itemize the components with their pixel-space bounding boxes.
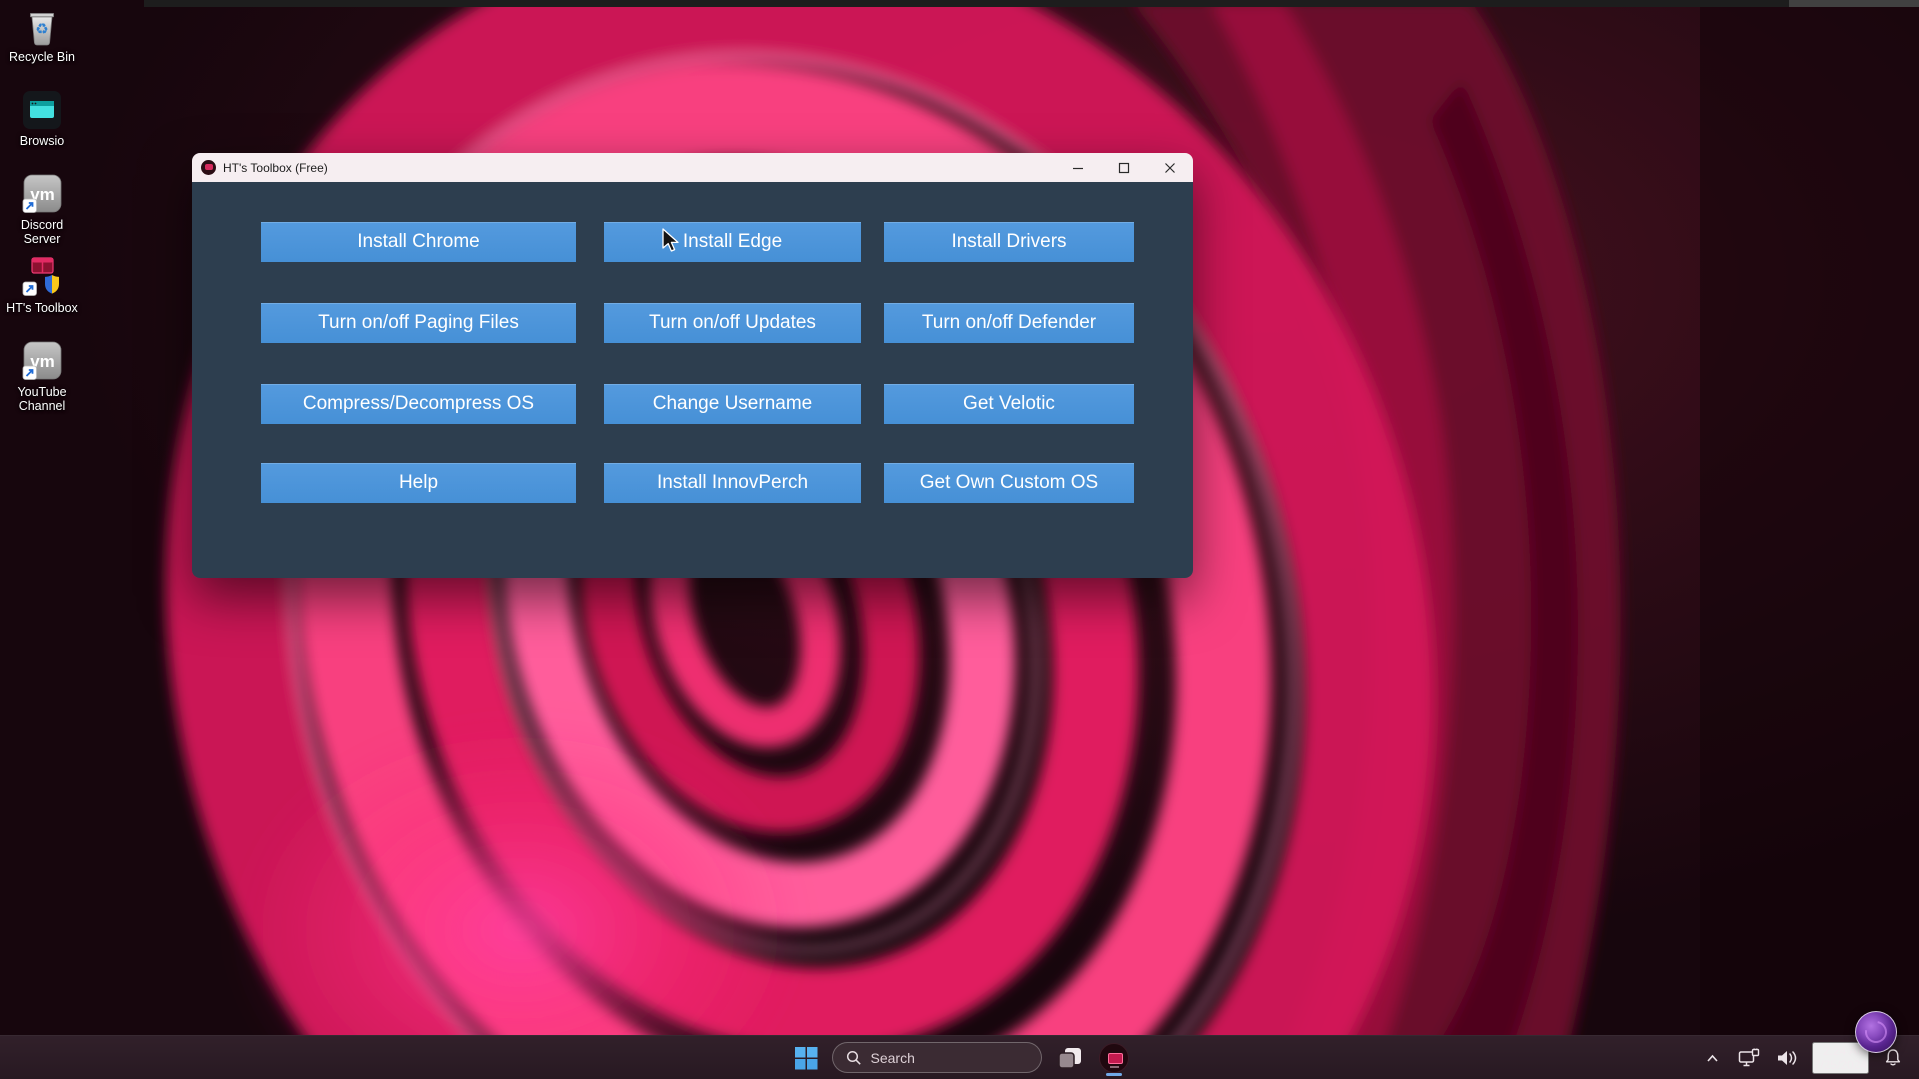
taskbar-toolbox-app-button[interactable] bbox=[1094, 1038, 1134, 1078]
close-button[interactable] bbox=[1147, 153, 1193, 182]
toolbox-app-icon bbox=[1099, 1043, 1129, 1073]
start-icon bbox=[794, 1046, 818, 1070]
search-icon bbox=[846, 1050, 862, 1066]
desktop-icon-label: Recycle Bin bbox=[9, 50, 75, 64]
clock-time: 2:24 AM bbox=[1814, 1044, 1867, 1058]
app-window: HT's Toolbox (Free) Install Chrome Insta… bbox=[192, 153, 1193, 578]
clock-date: 7/25/2024 bbox=[1814, 1058, 1867, 1072]
search-placeholder: Search bbox=[871, 1050, 915, 1066]
desktop-icon-recycle-bin[interactable]: ♻ Recycle Bin bbox=[0, 4, 84, 64]
window-titlebar[interactable]: HT's Toolbox (Free) bbox=[192, 153, 1193, 182]
get-velotic-button[interactable]: Get Velotic bbox=[884, 384, 1134, 424]
desktop-icon-label: Browsio bbox=[20, 134, 64, 148]
search-input[interactable]: Search bbox=[832, 1042, 1042, 1073]
compress-os-button[interactable]: Compress/Decompress OS bbox=[261, 384, 576, 424]
install-chrome-button[interactable]: Install Chrome bbox=[261, 222, 576, 262]
taskbar: Search bbox=[0, 1035, 1919, 1079]
recycle-bin-icon: ♻ bbox=[20, 4, 64, 48]
desktop-icon-label: Discord Server bbox=[2, 218, 82, 246]
toolbox-shield-shortcut-icon bbox=[20, 255, 64, 299]
install-innovperch-button[interactable]: Install InnovPerch bbox=[604, 463, 861, 503]
desktop: ♻ Recycle Bin Browsio bbox=[0, 0, 1919, 1079]
chevron-up-icon bbox=[1706, 1053, 1719, 1063]
defender-button[interactable]: Turn on/off Defender bbox=[884, 303, 1134, 343]
top-strip bbox=[144, 0, 1919, 7]
install-drivers-button[interactable]: Install Drivers bbox=[884, 222, 1134, 262]
vm-shortcut-icon: vm bbox=[20, 172, 64, 216]
volume-tray-button[interactable] bbox=[1774, 1038, 1800, 1078]
custom-os-button[interactable]: Get Own Custom OS bbox=[884, 463, 1134, 503]
maximize-button[interactable] bbox=[1101, 153, 1147, 182]
running-indicator bbox=[1106, 1073, 1122, 1076]
install-edge-button[interactable]: Install Edge bbox=[604, 222, 861, 262]
vm-shortcut-icon: vm bbox=[20, 339, 64, 383]
minimize-icon bbox=[1071, 161, 1085, 175]
volume-icon bbox=[1776, 1049, 1798, 1067]
notification-bell-icon bbox=[1884, 1048, 1902, 1067]
task-view-icon bbox=[1057, 1046, 1083, 1070]
help-button[interactable]: Help bbox=[261, 463, 576, 503]
task-view-button[interactable] bbox=[1050, 1038, 1090, 1078]
network-tray-button[interactable] bbox=[1736, 1038, 1762, 1078]
window-controls bbox=[1055, 153, 1193, 182]
change-username-button[interactable]: Change Username bbox=[604, 384, 861, 424]
start-button[interactable] bbox=[786, 1038, 826, 1078]
desktop-icon-hts-toolbox[interactable]: HT's Toolbox bbox=[0, 255, 84, 315]
svg-text:♻: ♻ bbox=[35, 20, 48, 38]
minimize-button[interactable] bbox=[1055, 153, 1101, 182]
window-body: Install Chrome Install Edge Install Driv… bbox=[192, 182, 1193, 578]
tray-overflow-button[interactable] bbox=[1702, 1038, 1724, 1078]
desktop-icon-browsio[interactable]: Browsio bbox=[0, 88, 84, 148]
paging-files-button[interactable]: Turn on/off Paging Files bbox=[261, 303, 576, 343]
network-icon bbox=[1738, 1048, 1760, 1068]
taskbar-center-group: Search bbox=[786, 1036, 1134, 1079]
browser-window-icon bbox=[20, 88, 64, 132]
desktop-icon-youtube-channel[interactable]: vm YouTube Channel bbox=[0, 339, 84, 413]
desktop-icon-discord-server[interactable]: vm Discord Server bbox=[0, 172, 84, 246]
desktop-icon-label: YouTube Channel bbox=[2, 385, 82, 413]
close-icon bbox=[1163, 161, 1177, 175]
window-title: HT's Toolbox (Free) bbox=[223, 161, 328, 175]
desktop-icon-label: HT's Toolbox bbox=[6, 301, 78, 315]
facecam-bubble bbox=[1855, 1011, 1897, 1053]
updates-button[interactable]: Turn on/off Updates bbox=[604, 303, 861, 343]
arrow-cursor bbox=[662, 228, 684, 254]
app-logo-icon bbox=[201, 160, 216, 175]
maximize-icon bbox=[1117, 161, 1131, 175]
